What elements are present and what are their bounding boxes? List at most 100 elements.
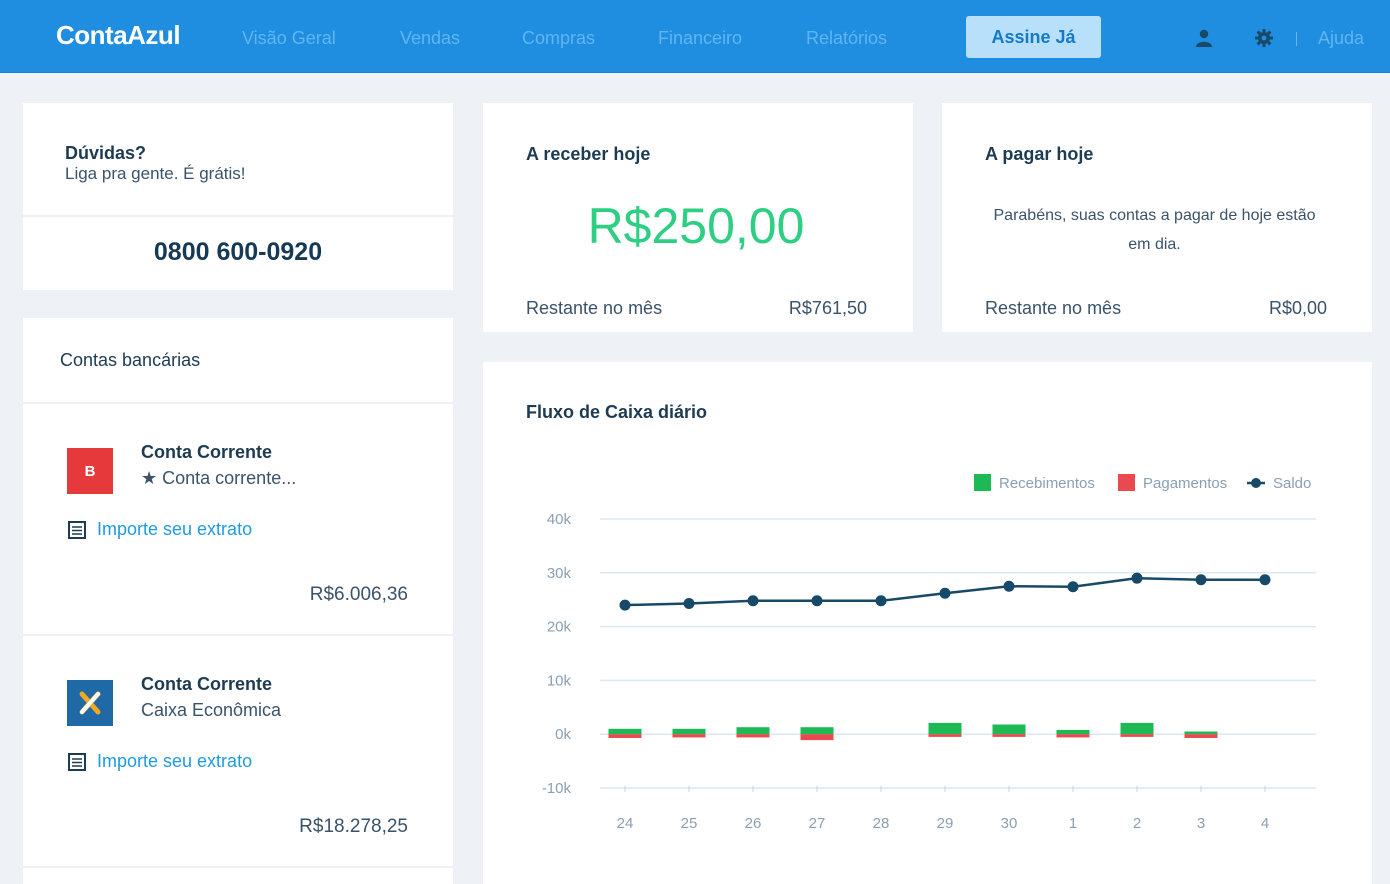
legend-pagamentos-swatch (1118, 474, 1135, 491)
pagamentos-bar (1120, 734, 1154, 737)
account-balance: R$6.006,36 (309, 584, 408, 605)
pagamentos-bar (736, 734, 770, 738)
account-balance: R$18.278,25 (299, 816, 408, 837)
payable-remaining-label: Restante no mês (985, 298, 1122, 318)
x-tick-label: 26 (745, 815, 762, 832)
document-icon (68, 520, 86, 539)
payable-message: Parabéns, suas contas a pagar de hoje es… (993, 207, 1316, 253)
nav-financeiro[interactable]: Financeiro (658, 28, 742, 49)
support-card: Dúvidas? Liga pra gente. É grátis! 0800 … (23, 103, 453, 290)
support-phone[interactable]: 0800 600-0920 (23, 238, 453, 267)
x-tick-label: 2 (1133, 815, 1141, 832)
x-tick-label: 27 (809, 815, 826, 832)
user-icon[interactable] (1194, 28, 1214, 48)
header-separator (1296, 32, 1297, 46)
receivable-remaining-value: R$761,50 (788, 298, 867, 318)
saldo-point (1131, 572, 1143, 584)
account-description: Caixa Econômica (141, 700, 282, 720)
legend-recebimentos-swatch (974, 474, 991, 491)
y-tick-label: 0k (555, 726, 571, 743)
recebimentos-bar (928, 722, 962, 735)
legend-recebimentos-label: Recebimentos (999, 475, 1095, 492)
account-name: Conta Corrente (141, 674, 273, 694)
saldo-point (1003, 580, 1015, 592)
receivable-title: A receber hoje (526, 144, 651, 164)
import-statement-link[interactable]: Importe seu extrato (67, 519, 252, 540)
pagamentos-bar (1056, 734, 1090, 738)
x-tick-label: 25 (681, 815, 698, 832)
account-description: ★ Conta corrente... (141, 468, 297, 488)
nav-compras[interactable]: Compras (522, 28, 595, 49)
cashflow-chart: 40k 30k 20k 10k 0k -10k 24 25 26 27 28 29 30 1 2 3 4 Rece… (542, 474, 1316, 832)
y-tick-label: -10k (542, 780, 572, 797)
recebimentos-bar (608, 728, 642, 735)
x-tick-label: 24 (617, 815, 634, 832)
x-tick-label: 3 (1197, 815, 1205, 832)
help-link[interactable]: Ajuda (1318, 28, 1364, 49)
pagamentos-bar (928, 734, 962, 737)
receivable-remaining-label: Restante no mês (526, 298, 663, 318)
support-subtitle: Liga pra gente. É grátis! (65, 164, 246, 183)
pagamentos-bar (992, 734, 1026, 737)
recebimentos-bar (1120, 722, 1154, 735)
saldo-point (811, 595, 823, 607)
saldo-point (875, 595, 887, 607)
y-tick-label: 30k (547, 565, 572, 582)
pagamentos-bar (608, 734, 642, 738)
nav-relatorios[interactable]: Relatórios (806, 28, 887, 49)
payable-remaining-value: R$0,00 (1268, 298, 1327, 318)
import-statement-label: Importe seu extrato (97, 751, 253, 771)
y-tick-label: 20k (547, 619, 572, 636)
saldo-point (939, 587, 951, 599)
bank-account-item[interactable]: B Conta Corrente ★ Conta corrente... Imp… (23, 404, 453, 634)
payable-card: A pagar hoje Parabéns, suas contas a pag… (942, 103, 1372, 332)
recebimentos-bar (672, 728, 706, 735)
pagamentos-bar (800, 734, 834, 741)
import-statement-label: Importe seu extrato (97, 519, 253, 539)
payable-title: A pagar hoje (985, 144, 1094, 164)
subscribe-button[interactable]: Assine Já (966, 16, 1101, 58)
x-tick-label: 29 (937, 815, 954, 832)
recebimentos-bar (800, 727, 834, 735)
recebimentos-bar (736, 727, 770, 735)
cashflow-card: Fluxo de Caixa diário 40k 30k 20k 10k 0k -10k… (483, 362, 1372, 884)
y-tick-label: 10k (547, 672, 572, 689)
x-tick-label: 30 (1001, 815, 1018, 832)
x-tick-label: 4 (1261, 815, 1269, 832)
pagamentos-bar (1184, 734, 1218, 738)
legend-pagamentos-label: Pagamentos (1143, 475, 1227, 492)
saldo-point (1195, 574, 1207, 586)
y-tick-label: 40k (547, 511, 572, 528)
nav-vendas[interactable]: Vendas (400, 28, 460, 49)
bank-accounts-card: Contas bancárias B Conta Corrente ★ Cont… (23, 318, 453, 884)
legend-saldo-marker (1251, 478, 1261, 488)
nav-visao-geral[interactable]: Visão Geral (242, 28, 336, 49)
account-name: Conta Corrente (141, 442, 273, 462)
bank-accounts-title: Contas bancárias (60, 350, 201, 370)
saldo-point (619, 599, 631, 611)
recebimentos-bar (992, 724, 1026, 735)
bank-divider (23, 866, 453, 868)
saldo-point (1259, 574, 1271, 586)
saldo-point (1067, 581, 1079, 593)
receivable-card: A receber hoje R$250,00 Restante no mês … (483, 103, 913, 332)
saldo-point (747, 595, 759, 607)
x-tick-label: 1 (1069, 815, 1077, 832)
recebimentos-bar (1184, 731, 1218, 735)
bank-logo-icon (67, 680, 113, 726)
gear-icon[interactable] (1254, 28, 1274, 48)
support-divider (23, 215, 453, 217)
receivable-amount: R$250,00 (587, 198, 805, 254)
legend-saldo-label: Saldo (1273, 475, 1311, 492)
contaazul-logo[interactable]: ContaAzul (56, 20, 181, 51)
import-statement-link[interactable]: Importe seu extrato (67, 751, 252, 772)
saldo-point (683, 597, 695, 609)
support-title: Dúvidas? (65, 143, 147, 163)
x-tick-label: 28 (873, 815, 890, 832)
bank-account-item[interactable]: Conta Corrente Caixa Econômica Importe s… (23, 636, 453, 866)
bank-logo-icon: B (67, 448, 113, 494)
top-navigation-bar: ContaAzul Visão Geral Vendas Compras Fin… (0, 0, 1390, 73)
document-icon (68, 752, 86, 771)
bank-logo-letter: B (85, 463, 96, 480)
pagamentos-bar (672, 734, 706, 738)
